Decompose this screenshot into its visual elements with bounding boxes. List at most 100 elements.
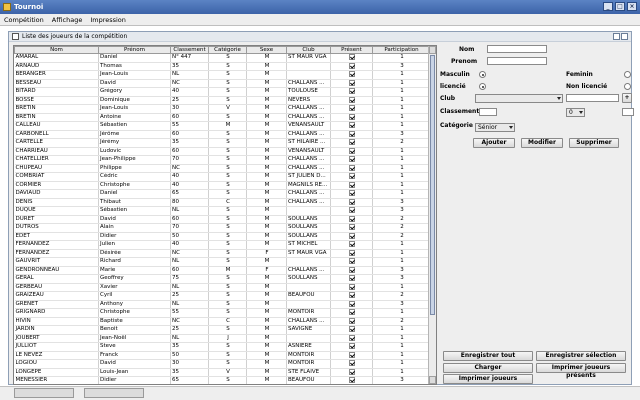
table-row[interactable]: GAUVRIT Richard NL S M 1 xyxy=(14,257,431,267)
present-checkbox[interactable] xyxy=(349,249,355,256)
table-row[interactable]: DURET David 60 S M SOULLANS 2 xyxy=(14,215,431,224)
table-row[interactable]: AMARAL Daniel N° 447 S M ST MAUR VGA 1 xyxy=(14,53,431,63)
col-header-classement[interactable]: Classement xyxy=(170,46,209,54)
present-checkbox[interactable] xyxy=(349,147,355,154)
col-header-participation[interactable]: Participation xyxy=(372,46,431,54)
classement-extra-input[interactable] xyxy=(622,108,634,116)
table-row[interactable]: CARBONELL Jérôme 60 S M CHALLANS ... 3 xyxy=(14,130,431,139)
cell-present[interactable] xyxy=(330,274,373,284)
present-checkbox[interactable] xyxy=(349,207,355,213)
cell-present[interactable] xyxy=(330,79,373,88)
table-row[interactable]: HIVIN Baptiste NC C M CHALLANS ... 2 xyxy=(14,317,431,326)
present-checkbox[interactable] xyxy=(349,113,355,120)
cell-present[interactable] xyxy=(330,172,373,182)
table-row[interactable]: ARNAUD Thomas 35 S M 3 xyxy=(14,62,431,71)
table-scrollbar[interactable] xyxy=(428,46,436,384)
table-row[interactable]: COMBRIAT Cédric 40 S M ST JULIEN D... 1 xyxy=(14,172,431,182)
present-checkbox[interactable] xyxy=(349,215,355,222)
enregistrer-selection-button[interactable]: Enregistrer sélection xyxy=(536,351,626,361)
table-row[interactable]: DENIS Thibaut 80 C M CHALLANS ... 3 xyxy=(14,198,431,207)
table-row[interactable]: GRAIZEAU Cyril 25 S M BEAUFOU 2 xyxy=(14,291,431,301)
cell-present[interactable] xyxy=(330,87,373,97)
col-header-club[interactable]: Club xyxy=(286,46,331,54)
col-header-sexe[interactable]: Sexe xyxy=(246,46,287,54)
table-row[interactable]: EDET Didier 50 S M SOULLANS 2 xyxy=(14,232,431,241)
table-row[interactable]: GERBEAU Xavier NL S M 1 xyxy=(14,283,431,292)
present-checkbox[interactable] xyxy=(349,62,355,69)
cell-present[interactable] xyxy=(330,53,373,63)
menu-affichage[interactable]: Affichage xyxy=(52,16,83,24)
present-checkbox[interactable] xyxy=(349,266,355,273)
cell-present[interactable] xyxy=(330,240,373,250)
ajouter-button[interactable]: Ajouter xyxy=(473,138,515,148)
present-checkbox[interactable] xyxy=(349,326,355,332)
cell-present[interactable] xyxy=(330,308,373,318)
present-checkbox[interactable] xyxy=(349,79,355,86)
present-checkbox[interactable] xyxy=(349,232,355,239)
present-checkbox[interactable] xyxy=(349,258,355,264)
licencie-radio[interactable] xyxy=(479,83,486,90)
scroll-up-icon[interactable] xyxy=(429,46,436,54)
table-row[interactable]: BRETIN Jean-Louis 30 V M CHALLANS ... 1 xyxy=(14,104,431,114)
categorie-select[interactable]: Sénior xyxy=(475,123,515,132)
col-header-categorie[interactable]: Catégorie xyxy=(208,46,247,54)
table-row[interactable]: CHATELLIER Jean-Philippe 70 S M CHALLANS ... 1 xyxy=(14,155,431,165)
col-header-prenom[interactable]: Prénom xyxy=(98,46,171,54)
present-checkbox[interactable] xyxy=(349,275,355,281)
classement-input[interactable] xyxy=(479,108,497,116)
supprimer-button[interactable]: Supprimer xyxy=(569,138,619,148)
present-checkbox[interactable] xyxy=(349,105,355,111)
close-icon[interactable]: × xyxy=(627,2,637,11)
cell-present[interactable] xyxy=(330,130,373,139)
present-checkbox[interactable] xyxy=(349,139,355,145)
present-checkbox[interactable] xyxy=(349,173,355,179)
present-checkbox[interactable] xyxy=(349,96,355,103)
table-row[interactable]: LOGIOU David 30 S M MONTOIR 1 xyxy=(14,359,431,369)
present-checkbox[interactable] xyxy=(349,88,355,94)
table-row[interactable]: CARTELLE Jérémy 35 S M ST HILAIRE ... 2 xyxy=(14,138,431,148)
cell-present[interactable] xyxy=(330,291,373,301)
cell-present[interactable] xyxy=(330,368,373,377)
cell-present[interactable] xyxy=(330,317,373,326)
col-header-present[interactable]: Présent xyxy=(330,46,373,54)
table-row[interactable]: FERNANDEZ Désirée NC S F ST MAUR VGA 1 xyxy=(14,249,431,258)
cell-present[interactable] xyxy=(330,249,373,258)
menu-competition[interactable]: Compétition xyxy=(4,16,44,24)
table-row[interactable]: CORMIER Christophe 40 S M MAGNILS RE... 1 xyxy=(14,181,431,190)
table-row[interactable]: DUQUE Sébastien NL S M 3 xyxy=(14,206,431,216)
present-checkbox[interactable] xyxy=(349,377,355,383)
cell-present[interactable] xyxy=(330,198,373,207)
scrollbar-thumb[interactable] xyxy=(430,55,435,315)
cell-present[interactable] xyxy=(330,232,373,241)
cell-present[interactable] xyxy=(330,138,373,148)
imprimer-presents-button[interactable]: Imprimer joueurs présents xyxy=(536,363,626,379)
present-checkbox[interactable] xyxy=(349,54,355,60)
club-input[interactable] xyxy=(566,94,619,102)
table-row[interactable]: BESSEAU David NC S M CHALLANS ... 1 xyxy=(14,79,431,88)
masculin-radio[interactable] xyxy=(479,71,486,78)
table-row[interactable]: MENESSIER Didier 65 S M BEAUFOU 3 xyxy=(14,376,431,384)
present-checkbox[interactable] xyxy=(349,181,355,188)
table-row[interactable]: GERAL Geoffrey 75 S M SOULLANS 3 xyxy=(14,274,431,284)
present-checkbox[interactable] xyxy=(349,283,355,290)
table-row[interactable]: DAVIAUD Daniel 65 S M CHALLANS ... 1 xyxy=(14,189,431,199)
cell-present[interactable] xyxy=(330,113,373,122)
table-row[interactable]: CHARRIEAU Ludovic 60 S M VENANSAULT 1 xyxy=(14,147,431,156)
table-row[interactable]: DUTROS Alain 70 S M SOULLANS 2 xyxy=(14,223,431,233)
table-row[interactable]: JULLIOT Steve 35 S M ASNIÈRE 1 xyxy=(14,342,431,352)
present-checkbox[interactable] xyxy=(349,343,355,349)
table-row[interactable]: JARDIN Benoit 25 S M SAVIGNÉ 1 xyxy=(14,325,431,335)
present-checkbox[interactable] xyxy=(349,130,355,137)
present-checkbox[interactable] xyxy=(349,360,355,366)
cell-present[interactable] xyxy=(330,164,373,173)
cell-present[interactable] xyxy=(330,266,373,275)
cell-present[interactable] xyxy=(330,342,373,352)
table-row[interactable]: CALLEAU Sébastien 55 M M VENANSAULT 1 xyxy=(14,121,431,131)
club-select[interactable] xyxy=(475,94,563,103)
present-checkbox[interactable] xyxy=(349,156,355,162)
present-checkbox[interactable] xyxy=(349,292,355,298)
table-row[interactable]: GENDRONNEAU Marie 60 M F CHALLANS ... 3 xyxy=(14,266,431,275)
cell-present[interactable] xyxy=(330,215,373,224)
present-checkbox[interactable] xyxy=(349,224,355,230)
present-checkbox[interactable] xyxy=(349,300,355,307)
